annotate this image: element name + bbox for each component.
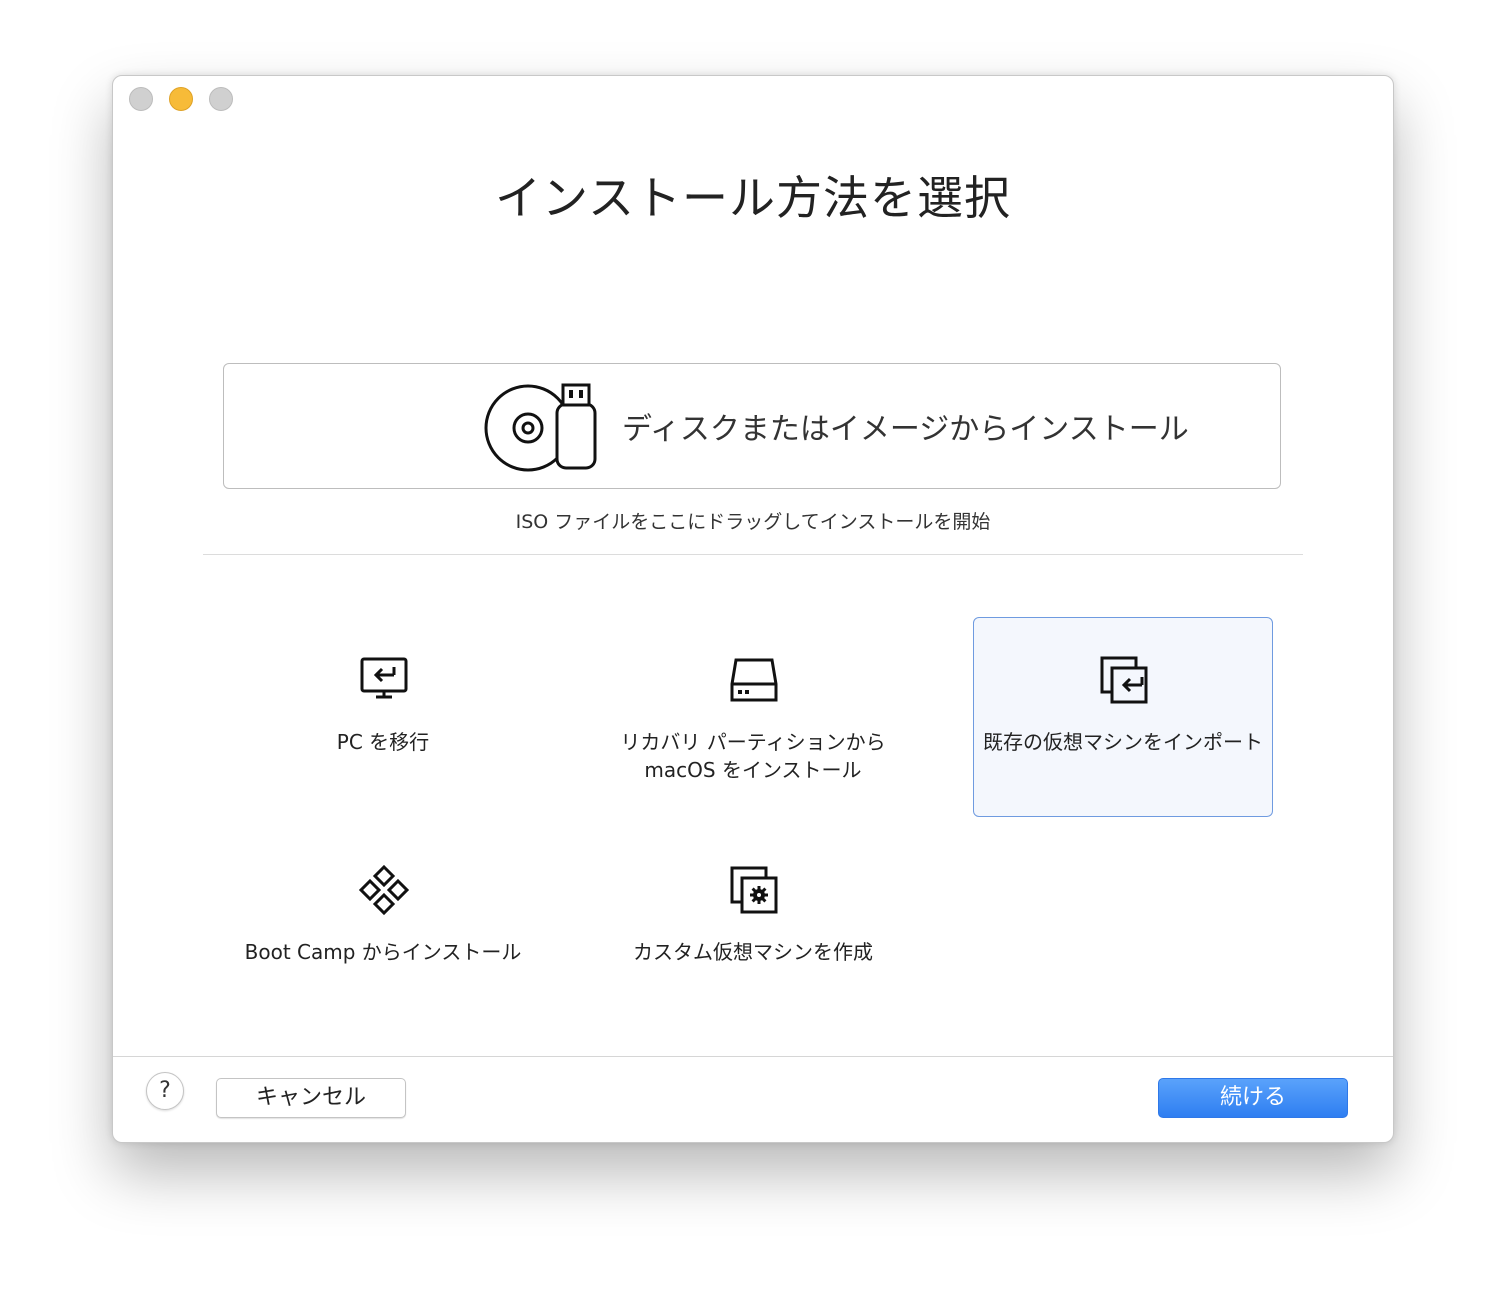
custom-vm-icon bbox=[730, 866, 778, 914]
option-import-vm[interactable]: 既存の仮想マシンをインポート bbox=[973, 617, 1273, 817]
option-import-vm-label: 既存の仮想マシンをインポート bbox=[983, 730, 1263, 754]
cancel-button[interactable]: キャンセル bbox=[216, 1078, 406, 1118]
option-boot-camp-label: Boot Camp からインストール bbox=[244, 940, 522, 964]
install-from-disk-label: ディスクまたはイメージからインストール bbox=[622, 412, 1189, 447]
page-title: インストール方法を選択 bbox=[494, 171, 1012, 225]
minimize-window-button[interactable] bbox=[169, 87, 193, 111]
option-migrate-pc-label: PC を移行 bbox=[336, 730, 430, 754]
section-divider bbox=[203, 554, 1303, 555]
install-from-disk-option[interactable]: ディスクまたはイメージからインストール bbox=[223, 363, 1281, 489]
option-recovery-label: リカバリ パーティションから macOS をインストール bbox=[604, 728, 902, 784]
import-vm-icon bbox=[1100, 656, 1148, 704]
hard-drive-icon bbox=[730, 658, 778, 702]
option-recovery-label-line2: macOS をインストール bbox=[644, 758, 862, 782]
option-recovery-label-line1: リカバリ パーティションから bbox=[620, 730, 886, 754]
option-migrate-pc[interactable]: PC を移行 bbox=[233, 617, 533, 817]
pc-migrate-icon bbox=[360, 657, 408, 699]
option-custom-vm-label: カスタム仮想マシンを作成 bbox=[633, 940, 873, 964]
disc-usb-icon bbox=[484, 383, 597, 472]
footer-divider bbox=[113, 1056, 1393, 1057]
zoom-window-button[interactable] bbox=[209, 87, 233, 111]
option-recovery-partition[interactable]: リカバリ パーティションから macOS をインストール bbox=[603, 617, 903, 817]
close-window-button[interactable] bbox=[129, 87, 153, 111]
option-boot-camp[interactable]: Boot Camp からインストール bbox=[233, 827, 533, 1027]
option-custom-vm[interactable]: カスタム仮想マシンを作成 bbox=[603, 827, 903, 1027]
continue-button[interactable]: 続ける bbox=[1158, 1078, 1348, 1118]
install-assistant-window: インストール方法を選択 ディスクまたはイメージからインストール ISO ファイル… bbox=[112, 75, 1394, 1143]
iso-drop-hint: ISO ファイルをここにドラッグしてインストールを開始 bbox=[515, 511, 991, 533]
boot-camp-icon bbox=[358, 864, 410, 916]
help-button[interactable]: ? bbox=[146, 1072, 184, 1110]
